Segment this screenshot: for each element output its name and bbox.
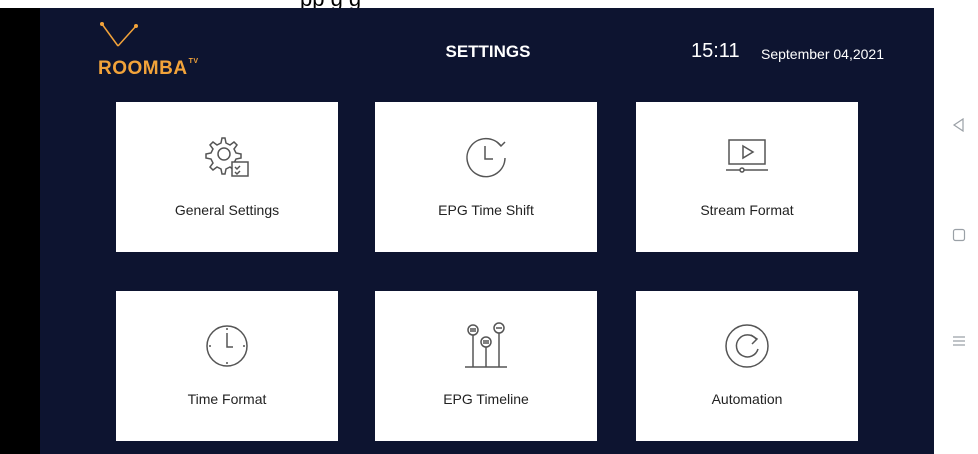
antenna-icon	[100, 22, 138, 47]
menu-lines-icon[interactable]	[952, 334, 966, 348]
time-format-tile[interactable]: Time Format	[116, 291, 338, 441]
circular-arrow-icon	[725, 324, 769, 368]
tile-label: EPG Timeline	[443, 391, 529, 407]
video-player-icon	[726, 139, 768, 173]
epg-time-shift-tile[interactable]: EPG Time Shift	[375, 102, 597, 252]
left-black-bar	[0, 8, 40, 454]
analog-clock-icon	[206, 325, 248, 367]
home-square-icon[interactable]	[952, 228, 966, 242]
tile-label: Time Format	[187, 391, 267, 407]
logo-tv-mark: TV	[188, 58, 199, 65]
settings-screen: ROOMBATV SETTINGS 15:11 September 04,202…	[40, 8, 934, 454]
page-title: SETTINGS	[445, 42, 531, 61]
timeline-sliders-icon	[465, 322, 507, 368]
tile-label: EPG Time Shift	[438, 202, 534, 218]
automation-tile[interactable]: Automation	[636, 291, 858, 441]
system-nav-bar	[934, 8, 978, 454]
clock-refresh-icon	[466, 137, 506, 178]
roomba-logo: ROOMBATV	[98, 20, 238, 80]
cropped-caption: pp g g	[300, 0, 361, 8]
logo-text: ROOMBATV	[98, 58, 199, 80]
tile-label: General Settings	[174, 202, 280, 218]
stream-format-tile[interactable]: Stream Format	[636, 102, 858, 252]
back-triangle-icon[interactable]	[952, 118, 966, 132]
logo-wordmark: ROOMBA	[98, 58, 188, 79]
tile-label: Stream Format	[700, 202, 794, 218]
clock-time: 15:11	[691, 40, 740, 62]
gear-checklist-icon	[205, 137, 249, 177]
date-label: September 04,2021	[761, 46, 884, 62]
top-cropped-text: pp g g	[0, 0, 978, 8]
epg-timeline-tile[interactable]: EPG Timeline	[375, 291, 597, 441]
general-settings-tile[interactable]: General Settings	[116, 102, 338, 252]
tile-label: Automation	[711, 391, 783, 407]
